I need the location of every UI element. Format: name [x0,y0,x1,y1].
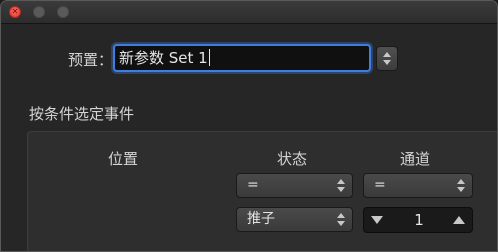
status-operator-popup[interactable]: = [236,173,353,198]
preset-label: 预置： [67,51,113,69]
preset-menu-button[interactable] [376,46,398,71]
channel-operator-popup[interactable]: = [363,173,473,198]
status-value-popup[interactable]: 推子 [236,207,353,232]
up-down-arrows-icon [337,213,345,226]
increment-arrow-icon[interactable] [453,216,465,224]
decrement-arrow-icon[interactable] [371,216,383,224]
up-down-arrows-icon [383,52,391,65]
status-operator-value: = [247,177,259,193]
section-title: 按条件选定事件 [29,105,135,123]
close-button[interactable]: ✕ [9,6,21,18]
column-header-status: 状态 [277,150,308,168]
text-caret [208,49,210,66]
close-icon: ✕ [11,7,19,16]
minimize-button[interactable] [33,6,45,18]
up-down-arrows-icon [457,179,465,192]
status-value-text: 推子 [247,211,275,227]
channel-value-stepper[interactable]: 1 [363,207,473,233]
title-bar: ✕ [1,1,497,24]
column-header-channel: 通道 [400,150,431,168]
preset-name-field[interactable]: 新参数 Set 1 [113,44,371,72]
up-down-arrows-icon [337,179,345,192]
column-header-position: 位置 [108,150,139,168]
preset-name-value: 新参数 Set 1 [119,49,208,67]
channel-operator-value: = [374,177,386,193]
event-selection-window: ✕ 预置： 新参数 Set 1 按条件选定事件 位置 状态 通道 = = 推子 … [0,0,498,252]
channel-value-text[interactable]: 1 [404,208,434,232]
zoom-button[interactable] [57,6,69,18]
